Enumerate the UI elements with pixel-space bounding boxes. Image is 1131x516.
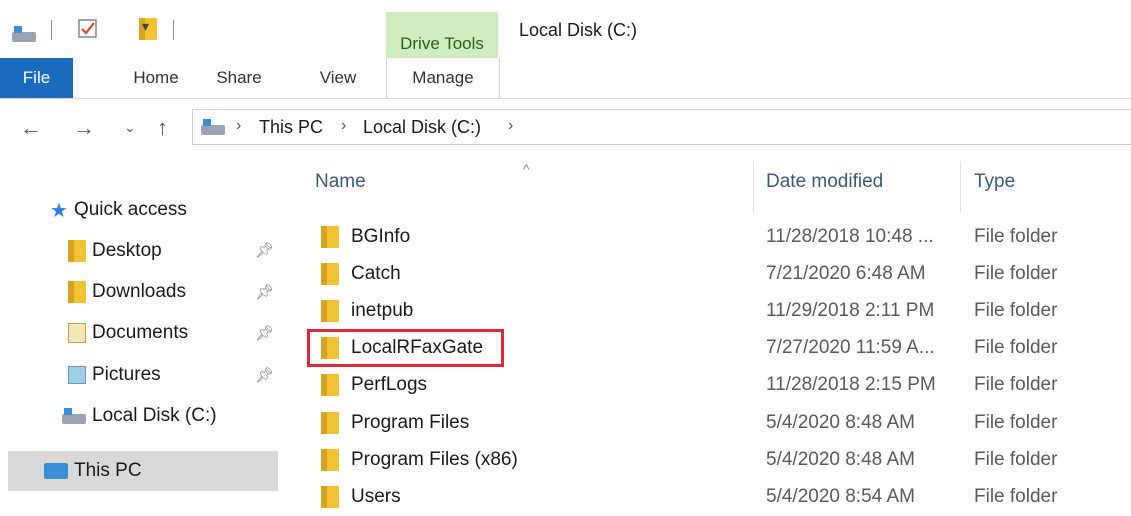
column-header-date-modified[interactable]: Date modified	[766, 171, 883, 193]
file-row[interactable]: Program Files (x86) 5/4/2020 8:48 AM Fil…	[283, 442, 1131, 479]
file-type: File folder	[974, 337, 1058, 358]
file-type: File folder	[974, 449, 1058, 470]
tab-manage[interactable]: Manage	[386, 58, 500, 98]
file-date: 5/4/2020 8:48 AM	[766, 412, 915, 433]
navigation-bar: ← → ⌄ ↑ › This PC › Local Disk (C:) ›	[0, 99, 1131, 157]
pin-icon[interactable]: 📌︎	[255, 283, 274, 301]
column-divider[interactable]	[753, 161, 754, 213]
desktop-folder-icon	[68, 240, 86, 262]
file-date: 11/28/2018 2:15 PM	[766, 374, 936, 395]
breadcrumb-separator[interactable]: ›	[508, 117, 513, 135]
navigation-pane: ★ Quick access Desktop 📌︎ Downloads 📌︎ D…	[0, 157, 283, 513]
file-row[interactable]: BGInfo 11/28/2018 10:48 ... File folder	[283, 219, 1131, 256]
column-divider[interactable]	[960, 161, 961, 213]
file-type: File folder	[974, 374, 1058, 395]
window-title: Local Disk (C:)	[519, 20, 638, 40]
folder-icon	[321, 486, 339, 508]
file-list: ^ Name Date modified Type BGInfo 11/28/2…	[283, 157, 1131, 513]
breadcrumb-local-disk[interactable]: Local Disk (C:)	[363, 117, 481, 138]
tab-home[interactable]: Home	[127, 58, 185, 98]
folder-icon	[321, 374, 339, 396]
tab-file[interactable]: File	[0, 58, 73, 98]
nav-item-label: Documents	[92, 322, 189, 343]
file-date: 11/28/2018 10:48 ...	[766, 226, 934, 247]
file-date: 5/4/2020 8:48 AM	[766, 449, 915, 470]
sort-ascending-icon: ^	[523, 161, 530, 177]
folder-icon	[321, 263, 339, 285]
folder-icon	[321, 300, 339, 322]
file-date: 11/29/2018 2:11 PM	[766, 300, 935, 321]
file-type: File folder	[974, 263, 1058, 284]
up-arrow-icon[interactable]: ↑	[157, 115, 168, 141]
file-name: PerfLogs	[351, 374, 428, 395]
annotation-highlight-box	[307, 329, 504, 367]
file-name: Catch	[351, 263, 401, 284]
pin-icon[interactable]: 📌︎	[255, 324, 274, 342]
file-row[interactable]: inetpub 11/29/2018 2:11 PM File folder	[283, 293, 1131, 330]
breadcrumb-separator[interactable]: ›	[236, 117, 241, 135]
computer-icon	[44, 463, 68, 479]
folder-icon	[321, 449, 339, 471]
this-pc-icon	[201, 119, 225, 135]
file-row[interactable]: Program Files 5/4/2020 8:48 AM File fold…	[283, 405, 1131, 442]
back-arrow-icon[interactable]: ←	[20, 115, 42, 141]
nav-item-desktop[interactable]: Desktop	[68, 231, 162, 271]
file-row[interactable]: Users 5/4/2020 8:54 AM File folder	[283, 479, 1131, 516]
drive-icon	[62, 408, 86, 424]
star-icon: ★	[50, 199, 68, 222]
pin-icon[interactable]: 📌︎	[255, 241, 274, 259]
nav-item-label: Desktop	[92, 240, 162, 261]
address-bar[interactable]: › This PC › Local Disk (C:) ›	[192, 109, 1131, 145]
nav-item-this-pc[interactable]: This PC	[44, 451, 142, 491]
nav-quick-access[interactable]: ★ Quick access	[50, 190, 187, 230]
file-date: 7/27/2020 11:59 A...	[766, 337, 935, 358]
folder-icon	[321, 412, 339, 434]
toolbar-separator	[51, 20, 52, 40]
pin-icon[interactable]: 📌︎	[255, 366, 274, 384]
column-header-type[interactable]: Type	[974, 171, 1015, 193]
pictures-folder-icon	[68, 366, 86, 384]
nav-item-documents[interactable]: Documents	[68, 313, 188, 353]
drive-icon[interactable]	[12, 26, 36, 42]
nav-item-local-disk[interactable]: Local Disk (C:)	[62, 396, 217, 436]
recent-locations-chevron-icon[interactable]: ⌄	[124, 119, 136, 136]
file-type: File folder	[974, 226, 1058, 247]
file-name: Program Files	[351, 412, 470, 433]
file-date: 5/4/2020 8:54 AM	[766, 486, 915, 507]
breadcrumb-separator[interactable]: ›	[341, 117, 346, 135]
tab-view[interactable]: View	[310, 58, 366, 98]
file-row[interactable]: Catch 7/21/2020 6:48 AM File folder	[283, 256, 1131, 293]
nav-item-pictures[interactable]: Pictures	[68, 355, 161, 395]
file-name: Program Files (x86)	[351, 449, 518, 470]
file-type: File folder	[974, 486, 1058, 507]
column-header-name[interactable]: Name	[315, 171, 366, 193]
breadcrumb-this-pc[interactable]: This PC	[259, 117, 323, 138]
nav-quick-access-label: Quick access	[73, 199, 187, 220]
title-bar: ▾ Drive Tools Local Disk (C:)	[0, 0, 1131, 58]
nav-item-downloads[interactable]: Downloads	[68, 272, 186, 312]
customize-dropdown-icon[interactable]: ▾	[142, 18, 149, 35]
file-type: File folder	[974, 412, 1058, 433]
nav-item-label: This PC	[74, 460, 142, 481]
drive-tools-contextual-group: Drive Tools	[386, 12, 498, 58]
nav-item-label: Local Disk (C:)	[92, 405, 217, 426]
nav-item-label: Pictures	[92, 364, 161, 385]
ribbon-tabs: File Home Share View Manage	[0, 58, 1131, 99]
forward-arrow-icon[interactable]: →	[73, 115, 95, 141]
properties-checkbox-icon[interactable]	[78, 19, 98, 44]
file-name: Users	[351, 486, 401, 507]
file-name: BGInfo	[351, 226, 411, 247]
documents-folder-icon	[68, 323, 86, 343]
file-type: File folder	[974, 300, 1058, 321]
nav-item-label: Downloads	[92, 281, 186, 302]
downloads-folder-icon	[68, 281, 86, 303]
file-date: 7/21/2020 6:48 AM	[766, 263, 926, 284]
file-name: inetpub	[351, 300, 414, 321]
file-row[interactable]: PerfLogs 11/28/2018 2:15 PM File folder	[283, 367, 1131, 404]
tab-share[interactable]: Share	[210, 58, 268, 98]
toolbar-separator	[173, 20, 174, 40]
folder-icon	[321, 226, 339, 248]
